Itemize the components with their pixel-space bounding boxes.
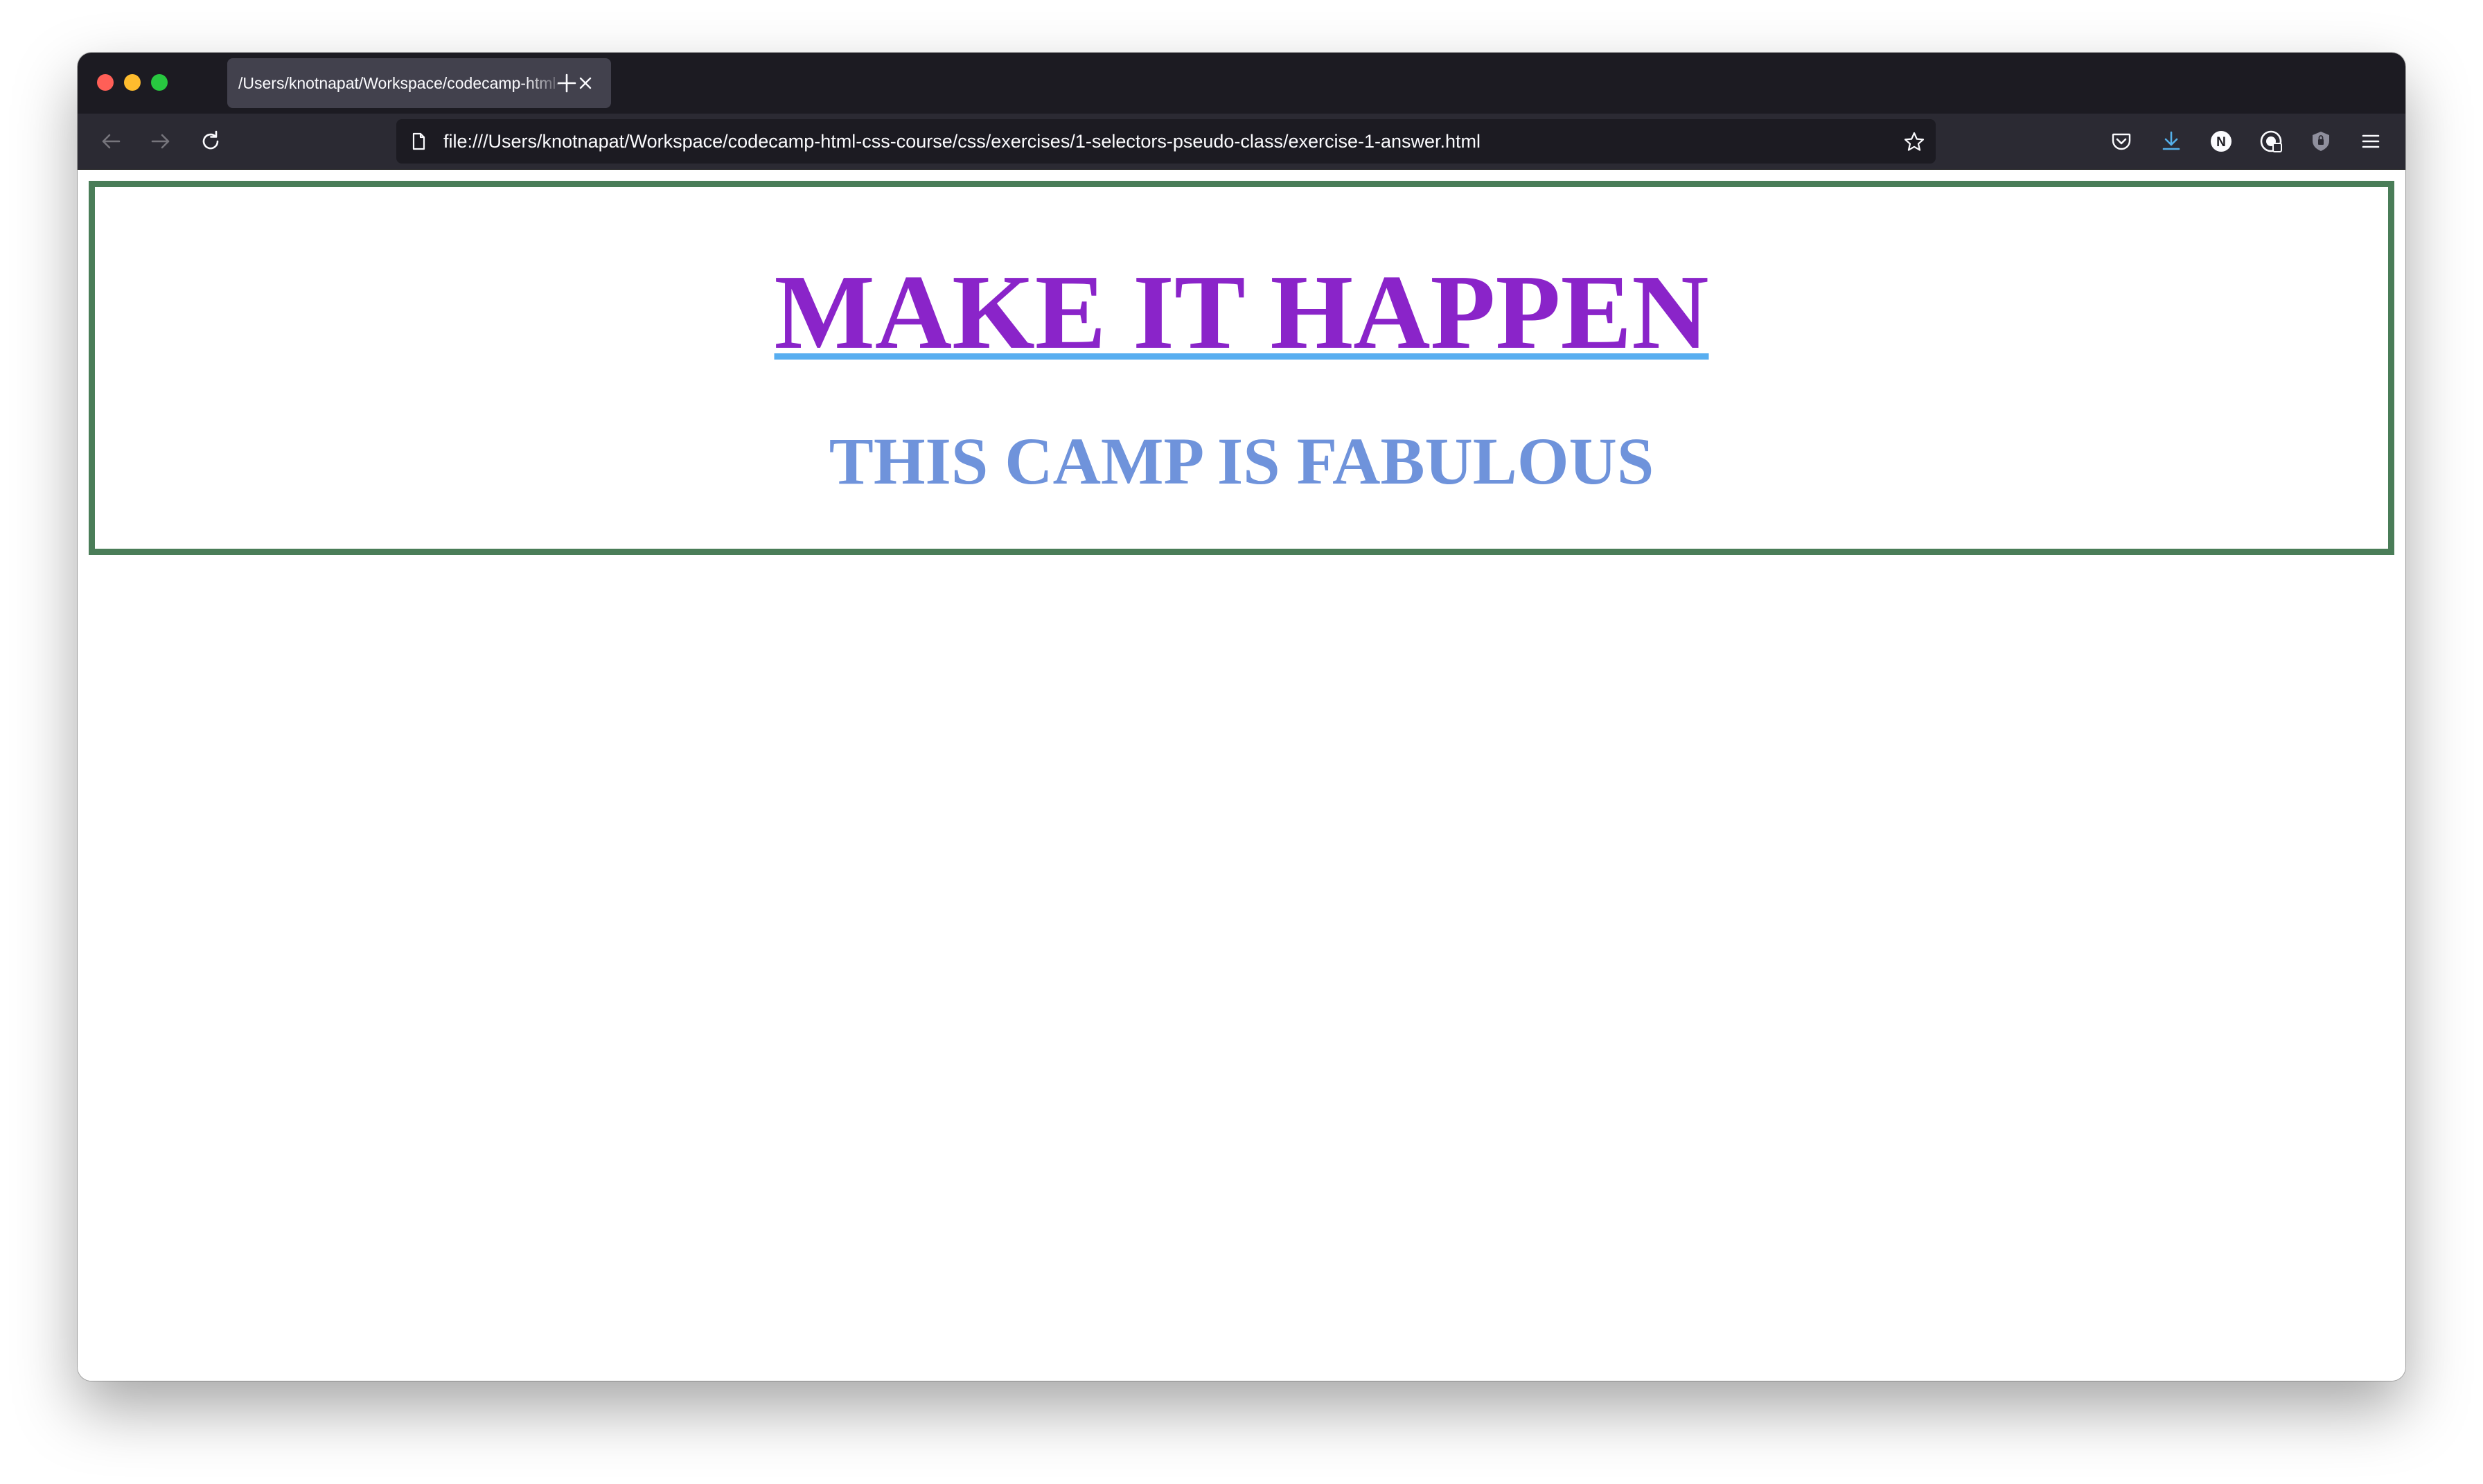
page-subheading: THIS CAMP IS FABULOUS <box>829 424 1654 498</box>
browser-window: /Users/knotnapat/Workspace/codecamp-html… <box>78 53 2405 1381</box>
page-viewport: MAKE IT HAPPEN THIS CAMP IS FABULOUS <box>78 170 2405 1381</box>
pocket-icon[interactable] <box>2108 127 2135 155</box>
address-bar[interactable]: file:///Users/knotnapat/Workspace/codeca… <box>396 119 1936 164</box>
notion-badge-letter: N <box>2216 135 2226 150</box>
back-arrow-icon[interactable] <box>97 127 125 155</box>
extension-icon[interactable] <box>2257 127 2285 155</box>
menu-icon[interactable] <box>2357 127 2385 155</box>
close-window-button[interactable] <box>97 74 114 91</box>
navigation-toolbar: file:///Users/knotnapat/Workspace/codeca… <box>78 114 2405 170</box>
reload-icon[interactable] <box>197 127 224 155</box>
page-heading: MAKE IT HAPPEN <box>774 254 1709 371</box>
tab-active[interactable]: /Users/knotnapat/Workspace/codecamp-html… <box>227 58 611 108</box>
new-tab-plus-icon[interactable] <box>554 71 579 96</box>
download-icon[interactable] <box>2157 127 2185 155</box>
tab-bar: /Users/knotnapat/Workspace/codecamp-html… <box>78 53 2405 114</box>
url-text[interactable]: file:///Users/knotnapat/Workspace/codeca… <box>443 119 1481 164</box>
zoom-window-button[interactable] <box>151 74 168 91</box>
minimize-window-button[interactable] <box>124 74 141 91</box>
forward-arrow-icon[interactable] <box>147 127 175 155</box>
tab-title: /Users/knotnapat/Workspace/codecamp-html… <box>238 74 564 92</box>
page-icon <box>409 132 428 151</box>
notion-extension-icon[interactable]: N <box>2207 127 2235 155</box>
shield-extension-icon[interactable] <box>2307 127 2335 155</box>
bookmark-star-icon[interactable] <box>1902 130 1926 154</box>
bordered-container: MAKE IT HAPPEN THIS CAMP IS FABULOUS <box>89 181 2394 555</box>
desktop: /Users/knotnapat/Workspace/codecamp-html… <box>0 0 2483 1484</box>
